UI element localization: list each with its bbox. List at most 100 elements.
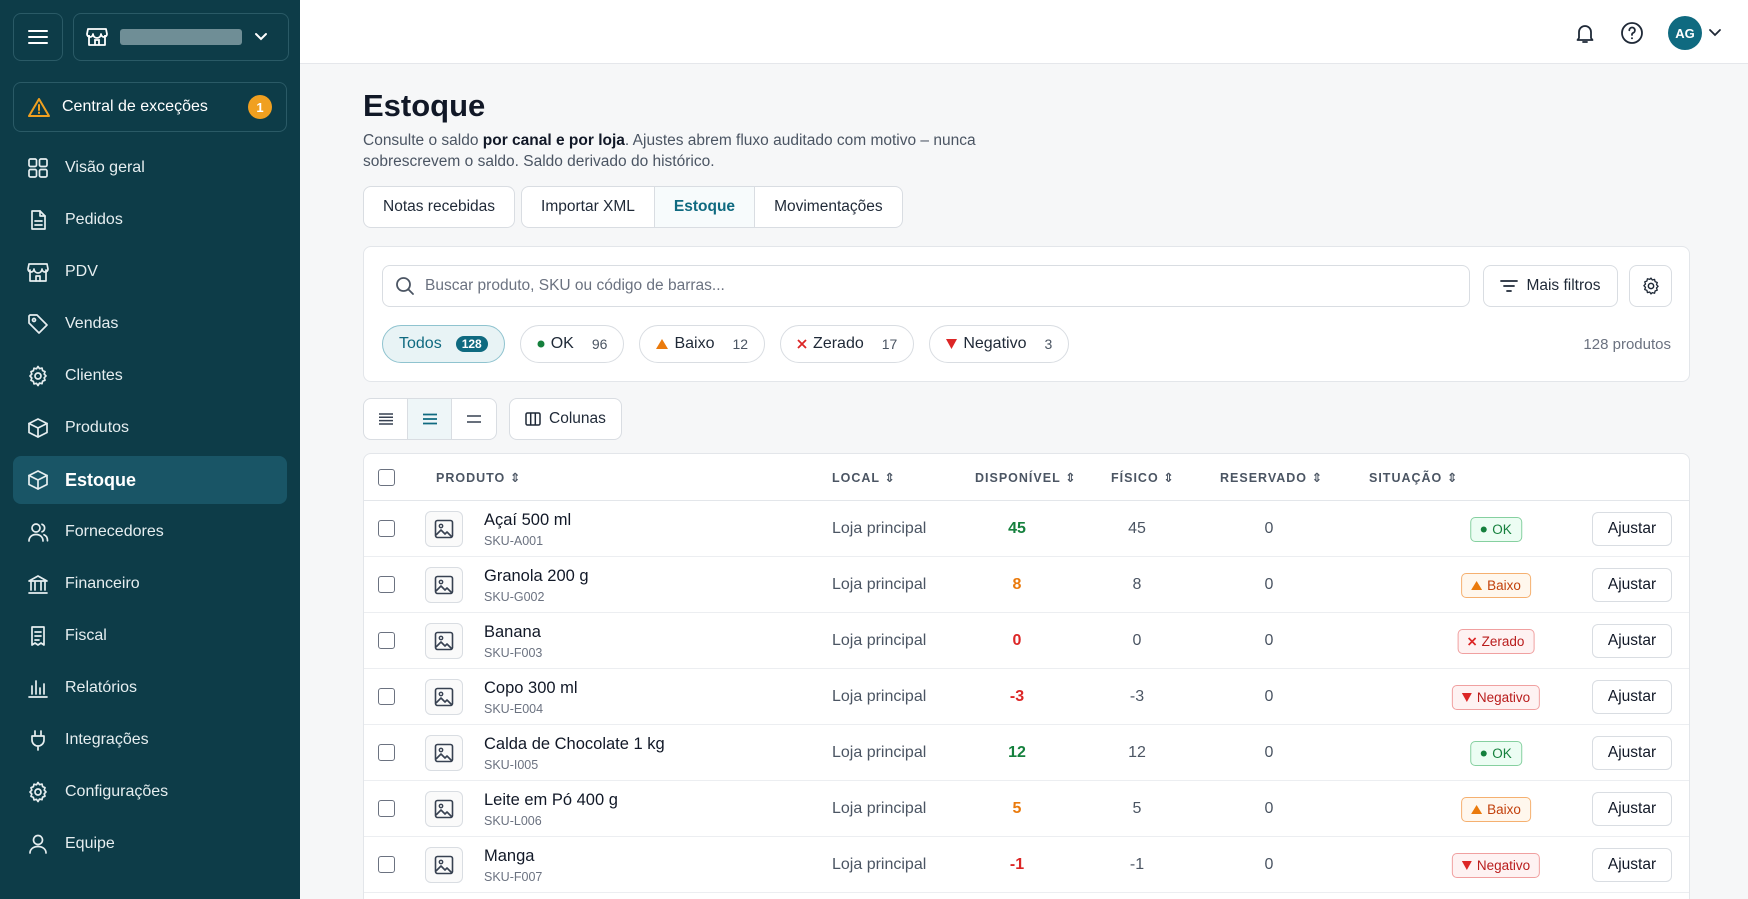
status-badge: Negativo [1451, 853, 1541, 878]
chip-label: Todos [399, 335, 442, 352]
adjust-button[interactable]: Ajustar [1592, 512, 1672, 546]
desc-part-1: Consulte o saldo [363, 132, 483, 149]
sidebar-item-relatorios[interactable]: Relatórios [13, 664, 287, 712]
tab-movimentacoes[interactable]: Movimentações [755, 186, 903, 228]
chip-ok[interactable]: OK 96 [519, 325, 625, 363]
store-selector[interactable] [73, 13, 289, 61]
product-name: Manga [484, 847, 535, 865]
page-description: Consulte o saldo por canal e por loja. A… [363, 130, 1043, 172]
sidebar-item-integracoes[interactable]: Integrações [13, 716, 287, 764]
row-checkbox[interactable] [378, 576, 395, 593]
filters-panel: Mais filtros Todos 128 OK 96 Baixo 12 Zerad… [363, 246, 1690, 382]
status-label: Negativo [1476, 858, 1531, 873]
col-situacao[interactable]: SITUAÇÃO ⇕ [1369, 470, 1458, 485]
table-row[interactable]: Manga SKU-F007 Loja principal -1 -1 0 Negativo… [364, 837, 1689, 893]
sidebar-item-fornecedores[interactable]: Fornecedores [13, 508, 287, 556]
reserved-cell: 0 [1264, 744, 1274, 761]
exceptions-label: Central de exceções [62, 98, 208, 115]
avatar: AG [1668, 16, 1702, 50]
sidebar-item-equipe[interactable]: Equipe [13, 820, 287, 868]
sidebar-item-pedidos[interactable]: Pedidos [13, 196, 287, 244]
row-checkbox[interactable] [378, 856, 395, 873]
triangle-up-icon [656, 339, 669, 349]
bell-icon[interactable] [1574, 22, 1596, 44]
table-row[interactable]: Granola 200 g SKU-G002 Loja principal 8 8 0 Ba… [364, 557, 1689, 613]
density-default-button[interactable] [408, 399, 452, 439]
chip-baixo[interactable]: Baixo 12 [639, 325, 766, 363]
search-icon [396, 277, 414, 295]
chip-zerado[interactable]: Zerado 17 [780, 325, 915, 363]
row-checkbox[interactable] [378, 520, 395, 537]
adjust-button[interactable]: Ajustar [1592, 736, 1672, 770]
tab-notas-recebidas[interactable]: Notas recebidas [363, 186, 516, 228]
view-toolbar: Colunas [363, 398, 622, 440]
status-badge: OK [1470, 517, 1522, 542]
table-row[interactable]: Açaí 500 ml SKU-A001 Loja principal 45 45 0 OK… [364, 501, 1689, 557]
box-icon [28, 418, 48, 438]
col-reservado[interactable]: RESERVADO ⇕ [1220, 470, 1323, 485]
row-checkbox[interactable] [378, 744, 395, 761]
sidebar-item-label: PDV [65, 263, 98, 280]
adjust-button[interactable]: Ajustar [1592, 792, 1672, 826]
sidebar-item-label: Configurações [65, 783, 169, 800]
adjust-button[interactable]: Ajustar [1592, 624, 1672, 658]
physical-cell: 5 [1132, 800, 1142, 817]
plug-icon [31, 730, 45, 751]
menu-button[interactable] [13, 13, 63, 61]
dot-icon [537, 340, 545, 348]
col-label: PRODUTO [436, 471, 506, 485]
store-name-redacted [120, 29, 242, 45]
sidebar-item-pdv[interactable]: PDV [13, 248, 287, 296]
adjust-button[interactable]: Ajustar [1592, 848, 1672, 882]
exceptions-center-button[interactable]: Central de exceções 1 [13, 82, 287, 132]
row-checkbox[interactable] [378, 800, 395, 817]
row-checkbox[interactable] [378, 632, 395, 649]
sidebar-item-produtos[interactable]: Produtos [13, 404, 287, 452]
chip-todos[interactable]: Todos 128 [382, 325, 505, 363]
image-icon [434, 519, 454, 539]
sidebar-item-label: Vendas [65, 315, 119, 332]
sidebar-item-financeiro[interactable]: Financeiro [13, 560, 287, 608]
sidebar-item-configuracoes[interactable]: Configurações [13, 768, 287, 816]
image-icon [434, 631, 454, 651]
chip-negativo[interactable]: Negativo 3 [929, 325, 1070, 363]
adjust-button[interactable]: Ajustar [1592, 568, 1672, 602]
col-produto[interactable]: PRODUTO ⇕ [436, 470, 521, 485]
gear-icon [29, 781, 47, 803]
tab-importar-xml[interactable]: Importar XML [521, 186, 655, 228]
col-label: RESERVADO [1220, 471, 1308, 485]
tab-estoque[interactable]: Estoque [654, 186, 756, 228]
product-name: Banana [484, 623, 541, 641]
col-fisico[interactable]: FÍSICO ⇕ [1111, 470, 1175, 485]
product-thumbnail [425, 567, 463, 603]
settings-button[interactable] [1629, 265, 1672, 307]
help-icon[interactable] [1620, 21, 1644, 45]
default-rows-icon [422, 413, 437, 425]
more-filters-button[interactable]: Mais filtros [1483, 265, 1618, 307]
col-disponivel[interactable]: DISPONÍVEL ⇕ [975, 470, 1076, 485]
table-row[interactable]: Leite em Pó 400 g SKU-L006 Loja principal 5… [364, 781, 1689, 837]
table-row[interactable]: Calda de Chocolate 1 kg SKU-I005 Loja prin… [364, 725, 1689, 781]
density-compact-button[interactable] [364, 399, 408, 439]
table-row[interactable]: Copo 300 ml SKU-E004 Loja principal -3 -3 0 Ne… [364, 669, 1689, 725]
col-local[interactable]: LOCAL ⇕ [832, 470, 896, 485]
sidebar-item-clientes[interactable]: Clientes [13, 352, 287, 400]
available-cell: 45 [1008, 520, 1026, 537]
sidebar-item-estoque[interactable]: Estoque [13, 456, 287, 504]
select-all-checkbox[interactable] [378, 469, 395, 486]
sidebar-item-label: Integrações [65, 731, 149, 748]
row-checkbox[interactable] [378, 688, 395, 705]
table-row[interactable]: Banana SKU-F003 Loja principal 0 0 0 Zerado Aju… [364, 613, 1689, 669]
sidebar-item-vendas[interactable]: Vendas [13, 300, 287, 348]
bar-chart-icon [28, 680, 48, 698]
columns-button[interactable]: Colunas [509, 398, 622, 440]
search-input[interactable] [425, 277, 1425, 295]
triangle-down-icon [1461, 861, 1472, 870]
sidebar-item-fiscal[interactable]: Fiscal [13, 612, 287, 660]
density-comfortable-button[interactable] [452, 399, 496, 439]
document-icon [31, 210, 46, 230]
adjust-button[interactable]: Ajustar [1592, 680, 1672, 714]
user-menu[interactable]: AG [1668, 16, 1722, 50]
sidebar-item-visao-geral[interactable]: Visão geral [13, 144, 287, 192]
col-label: DISPONÍVEL [975, 471, 1061, 485]
